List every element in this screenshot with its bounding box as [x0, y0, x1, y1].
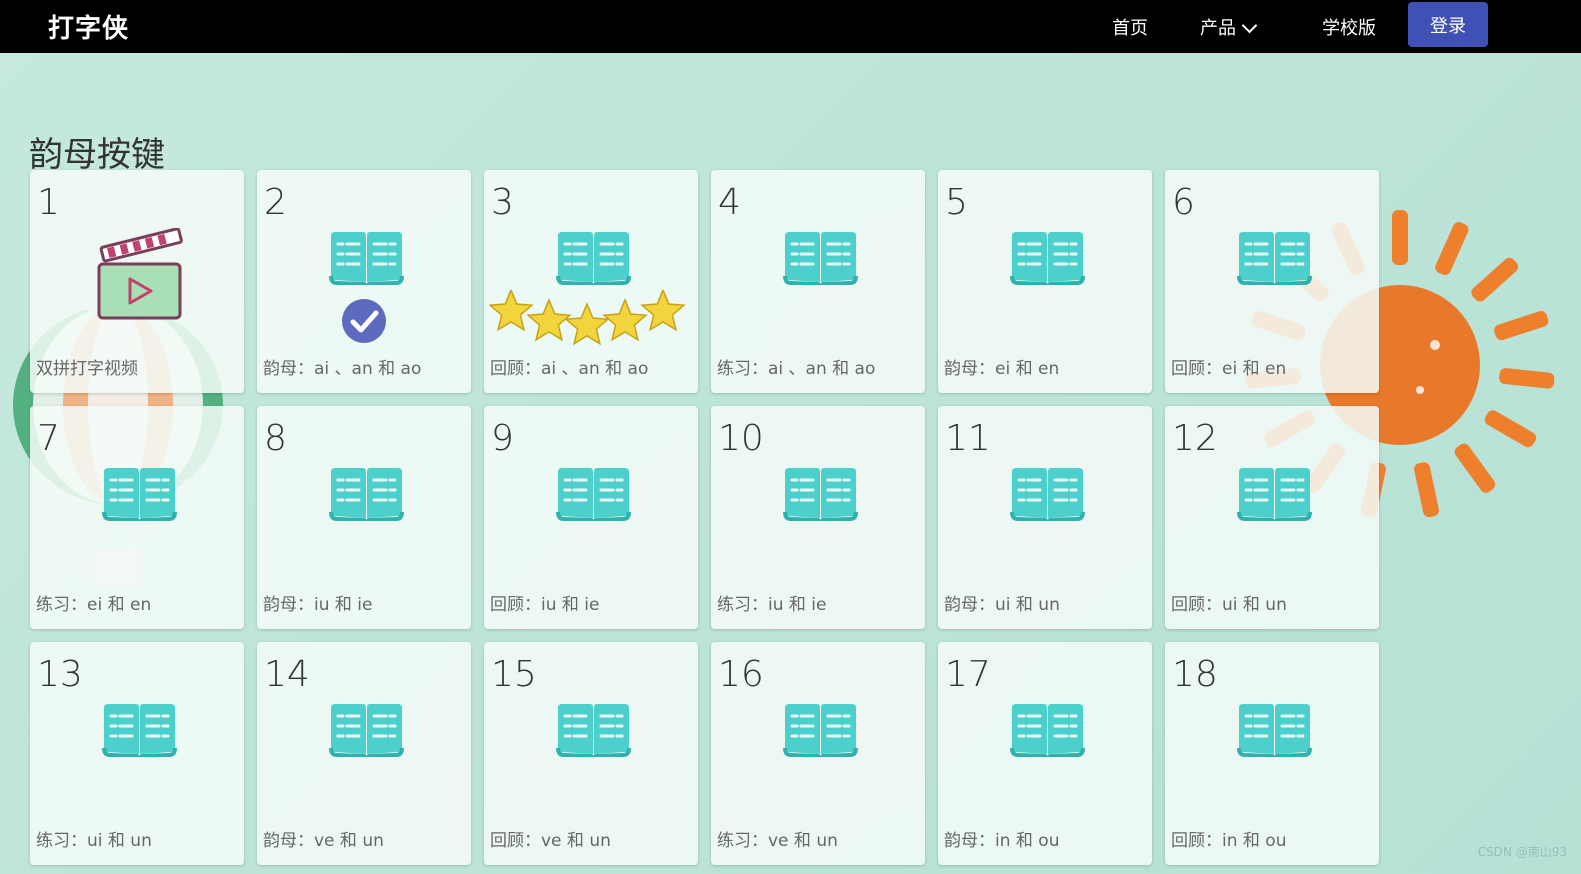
lesson-title: 韵母：iu 和 ie — [263, 595, 373, 615]
lesson-card[interactable]: 15 回顾：ve 和 un — [484, 642, 698, 865]
lesson-card[interactable]: 16 练习：ve 和 un — [711, 642, 925, 865]
book-icon — [1237, 466, 1312, 525]
lesson-number: 12 — [1172, 418, 1218, 459]
star-icon — [602, 298, 648, 342]
lesson-number: 18 — [1172, 654, 1218, 695]
video-clapper-icon — [96, 227, 186, 324]
lesson-title: 回顾：ui 和 un — [1171, 595, 1287, 615]
lesson-title: 练习：ei 和 en — [36, 595, 152, 615]
lesson-number: 2 — [264, 182, 287, 223]
lesson-card[interactable]: 9 回顾：iu 和 ie — [484, 406, 698, 629]
lesson-card[interactable]: 13 练习：ui 和 un — [30, 642, 244, 865]
lesson-card[interactable]: 1 双拼打字视频 — [30, 170, 244, 393]
lesson-card[interactable]: 7 练习：ei 和 en — [30, 406, 244, 629]
lesson-title: 韵母：ui 和 un — [944, 595, 1060, 615]
lesson-card[interactable]: 11 韵母：ui 和 un — [938, 406, 1152, 629]
lesson-card[interactable]: 3 回顾：ai 、an 和 ao — [484, 170, 698, 393]
nav-products[interactable]: 产品 — [1200, 14, 1258, 40]
chevron-down-icon — [1241, 17, 1258, 34]
lesson-title: 练习：ai 、an 和 ao — [717, 359, 876, 379]
star-icon — [526, 298, 572, 342]
book-icon — [556, 230, 631, 289]
book-icon — [556, 466, 631, 525]
lesson-title: 回顾：ai 、an 和 ao — [490, 359, 649, 379]
book-icon — [783, 230, 858, 289]
lesson-title: 练习：iu 和 ie — [717, 595, 827, 615]
lesson-number: 7 — [37, 418, 60, 459]
book-icon — [783, 702, 858, 761]
star-icon — [564, 302, 610, 346]
lesson-title: 回顾：ve 和 un — [490, 831, 611, 851]
lesson-number: 6 — [1172, 182, 1195, 223]
book-icon — [1237, 702, 1312, 761]
lesson-title: 回顾：iu 和 ie — [490, 595, 600, 615]
lesson-number: 9 — [491, 418, 514, 459]
lesson-number: 8 — [264, 418, 287, 459]
lesson-title: 韵母：ei 和 en — [944, 359, 1060, 379]
lesson-card[interactable]: 17 韵母：in 和 ou — [938, 642, 1152, 865]
lesson-card[interactable]: 5 韵母：ei 和 en — [938, 170, 1152, 393]
book-icon — [102, 466, 177, 525]
lesson-number: 3 — [491, 182, 514, 223]
lesson-number: 15 — [491, 654, 537, 695]
star-rating — [488, 288, 694, 354]
book-icon — [329, 702, 404, 761]
lesson-title: 练习：ve 和 un — [717, 831, 838, 851]
lesson-number: 13 — [37, 654, 83, 695]
lesson-card[interactable]: 2 韵母：ai 、an 和 ao — [257, 170, 471, 393]
top-navbar: 打字侠 首页 产品 学校版 登录 — [0, 0, 1581, 53]
star-icon — [640, 288, 686, 332]
lesson-title: 练习：ui 和 un — [36, 831, 152, 851]
lesson-title: 回顾：in 和 ou — [1171, 831, 1287, 851]
book-icon — [1010, 230, 1085, 289]
nav-school-edition[interactable]: 学校版 — [1322, 14, 1376, 40]
watermark: CSDN @南山93 — [1477, 845, 1567, 859]
lesson-number: 5 — [945, 182, 968, 223]
checkmark-icon — [341, 298, 387, 348]
lesson-card[interactable]: 14 韵母：ve 和 un — [257, 642, 471, 865]
lesson-number: 17 — [945, 654, 991, 695]
lesson-number: 10 — [718, 418, 764, 459]
lesson-title: 双拼打字视频 — [36, 359, 138, 379]
page-title: 韵母按键 — [29, 134, 165, 175]
book-icon — [1010, 466, 1085, 525]
book-icon — [329, 230, 404, 289]
book-icon — [329, 466, 404, 525]
lesson-number: 14 — [264, 654, 310, 695]
book-icon — [556, 702, 631, 761]
lesson-card[interactable]: 10 练习：iu 和 ie — [711, 406, 925, 629]
brand-logo[interactable]: 打字侠 — [48, 8, 129, 45]
lesson-title: 韵母：ai 、an 和 ao — [263, 359, 422, 379]
lesson-title: 韵母：in 和 ou — [944, 831, 1060, 851]
lesson-title: 韵母：ve 和 un — [263, 831, 384, 851]
lesson-card[interactable]: 8 韵母：iu 和 ie — [257, 406, 471, 629]
lesson-number: 16 — [718, 654, 764, 695]
login-button[interactable]: 登录 — [1408, 2, 1488, 47]
book-icon — [1237, 230, 1312, 289]
lesson-card[interactable]: 4 练习：ai 、an 和 ao — [711, 170, 925, 393]
book-icon — [1010, 702, 1085, 761]
lesson-card[interactable]: 18 回顾：in 和 ou — [1165, 642, 1379, 865]
lesson-card[interactable]: 12 回顾：ui 和 un — [1165, 406, 1379, 629]
lesson-number: 11 — [945, 418, 991, 459]
book-icon — [783, 466, 858, 525]
lesson-card[interactable]: 6 回顾：ei 和 en — [1165, 170, 1379, 393]
star-icon — [488, 288, 534, 332]
lesson-title: 回顾：ei 和 en — [1171, 359, 1287, 379]
lesson-number: 1 — [37, 182, 60, 223]
book-icon — [102, 702, 177, 761]
nav-products-label: 产品 — [1200, 18, 1236, 39]
nav-home[interactable]: 首页 — [1112, 14, 1148, 40]
lesson-number: 4 — [718, 182, 741, 223]
lesson-grid: 1 双拼打字视频 2 韵母：ai 、an 和 ao 3 回顾：ai 、an 和 ao 4 练习… — [30, 170, 1379, 865]
